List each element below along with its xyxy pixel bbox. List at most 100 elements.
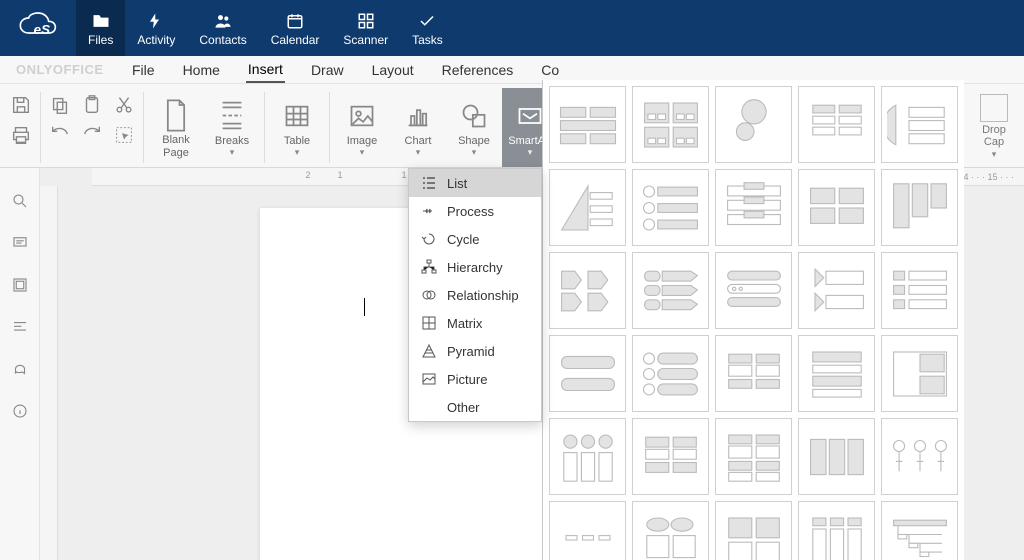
gallery-thumb[interactable] [549, 501, 626, 560]
topnav-tasks[interactable]: Tasks [400, 0, 455, 56]
menu-label: Relationship [447, 288, 519, 303]
gallery-thumb[interactable] [798, 252, 875, 329]
cut-icon[interactable] [113, 94, 135, 116]
select-icon[interactable] [113, 124, 135, 146]
gallery-thumb[interactable] [632, 86, 709, 163]
menu-label: Hierarchy [447, 260, 503, 275]
menu-label: Matrix [447, 316, 482, 331]
gallery-thumb[interactable] [798, 418, 875, 495]
process-icon [421, 203, 437, 219]
check-icon [417, 11, 437, 31]
table-button[interactable]: Table ▾ [269, 88, 325, 167]
qr-icon [356, 11, 376, 31]
topnav-activity[interactable]: Activity [125, 0, 187, 56]
gallery-thumb[interactable] [881, 86, 958, 163]
topnav-calendar[interactable]: Calendar [259, 0, 332, 56]
smartart-cat-matrix[interactable]: Matrix [409, 309, 541, 337]
quick-tools [6, 88, 36, 167]
smartart-cat-cycle[interactable]: Cycle [409, 225, 541, 253]
gallery-thumb[interactable] [881, 418, 958, 495]
smartart-gallery[interactable] [542, 80, 964, 560]
smartart-cat-list[interactable]: List [409, 169, 541, 197]
menu-label: Picture [447, 372, 487, 387]
gallery-thumb[interactable] [632, 501, 709, 560]
dropcap-button[interactable]: Drop Cap ▾ [970, 94, 1018, 160]
menu-collab[interactable]: Co [539, 58, 561, 82]
gallery-thumb[interactable] [549, 335, 626, 412]
list-icon [421, 175, 437, 191]
shape-button[interactable]: Shape ▾ [446, 88, 502, 167]
align-icon[interactable] [11, 318, 29, 336]
label: Table [284, 135, 310, 147]
gallery-thumb[interactable] [632, 169, 709, 246]
gallery-thumb[interactable] [881, 501, 958, 560]
shape-icon [460, 99, 488, 133]
gallery-thumb[interactable] [715, 501, 792, 560]
gallery-thumb[interactable] [798, 169, 875, 246]
brand-label: ONLYOFFICE [16, 62, 104, 77]
comments-panel-icon[interactable] [11, 234, 29, 252]
gallery-thumb[interactable] [715, 252, 792, 329]
topnav-contacts[interactable]: Contacts [187, 0, 258, 56]
gallery-thumb[interactable] [549, 86, 626, 163]
print-icon[interactable] [10, 124, 32, 146]
menu-file[interactable]: File [130, 58, 157, 82]
smartart-cat-hierarchy[interactable]: Hierarchy [409, 253, 541, 281]
gallery-thumb[interactable] [881, 169, 958, 246]
chart-button[interactable]: Chart ▾ [390, 88, 446, 167]
gallery-thumb[interactable] [632, 252, 709, 329]
smartart-cat-relationship[interactable]: Relationship [409, 281, 541, 309]
topnav-label: Scanner [343, 33, 388, 47]
info-icon[interactable] [11, 402, 29, 420]
smartart-category-menu: List Process Cycle Hierarchy Relationshi… [408, 168, 542, 422]
menu-insert[interactable]: Insert [246, 57, 285, 83]
redo-icon[interactable] [81, 124, 103, 146]
gallery-thumb[interactable] [549, 252, 626, 329]
headers-icon[interactable] [11, 276, 29, 294]
calendar-icon [285, 11, 305, 31]
users-icon [213, 11, 233, 31]
gallery-thumb[interactable] [881, 252, 958, 329]
blank-page-button[interactable]: Blank Page [148, 88, 204, 167]
gallery-thumb[interactable] [549, 169, 626, 246]
topnav-files[interactable]: Files [76, 0, 125, 56]
pyramid-icon [421, 343, 437, 359]
label: Drop Cap [970, 124, 1018, 148]
smartart-cat-other[interactable]: Other [409, 393, 541, 421]
paste-icon[interactable] [81, 94, 103, 116]
copy-icon[interactable] [49, 94, 71, 116]
menu-layout[interactable]: Layout [370, 58, 416, 82]
gallery-thumb[interactable] [715, 86, 792, 163]
gallery-thumb[interactable] [632, 418, 709, 495]
topnav-label: Activity [137, 33, 175, 47]
topnav-label: Contacts [199, 33, 246, 47]
menu-label: Other [447, 400, 480, 415]
smartart-cat-picture[interactable]: Picture [409, 365, 541, 393]
top-nav: eS Files Activity Contacts Calendar Scan… [0, 0, 1024, 56]
cycle-icon [421, 231, 437, 247]
gallery-thumb[interactable] [715, 335, 792, 412]
search-icon[interactable] [11, 192, 29, 210]
menu-draw[interactable]: Draw [309, 58, 346, 82]
gallery-thumb[interactable] [798, 501, 875, 560]
save-icon[interactable] [10, 94, 32, 116]
gallery-thumb[interactable] [632, 335, 709, 412]
gallery-thumb[interactable] [798, 335, 875, 412]
label: Chart [405, 135, 432, 147]
breaks-button[interactable]: Breaks ▾ [204, 88, 260, 167]
feedback-icon[interactable] [11, 360, 29, 378]
smartart-cat-pyramid[interactable]: Pyramid [409, 337, 541, 365]
image-button[interactable]: Image ▾ [334, 88, 390, 167]
gallery-thumb[interactable] [715, 418, 792, 495]
menu-home[interactable]: Home [181, 58, 222, 82]
menu-references[interactable]: References [440, 58, 516, 82]
blank-icon [421, 399, 437, 415]
topnav-scanner[interactable]: Scanner [331, 0, 400, 56]
gallery-thumb[interactable] [549, 418, 626, 495]
gallery-thumb[interactable] [715, 169, 792, 246]
gallery-thumb[interactable] [798, 86, 875, 163]
undo-icon[interactable] [49, 124, 71, 146]
smartart-cat-process[interactable]: Process [409, 197, 541, 225]
gallery-thumb[interactable] [881, 335, 958, 412]
chevron-down-icon: ▾ [295, 147, 300, 158]
